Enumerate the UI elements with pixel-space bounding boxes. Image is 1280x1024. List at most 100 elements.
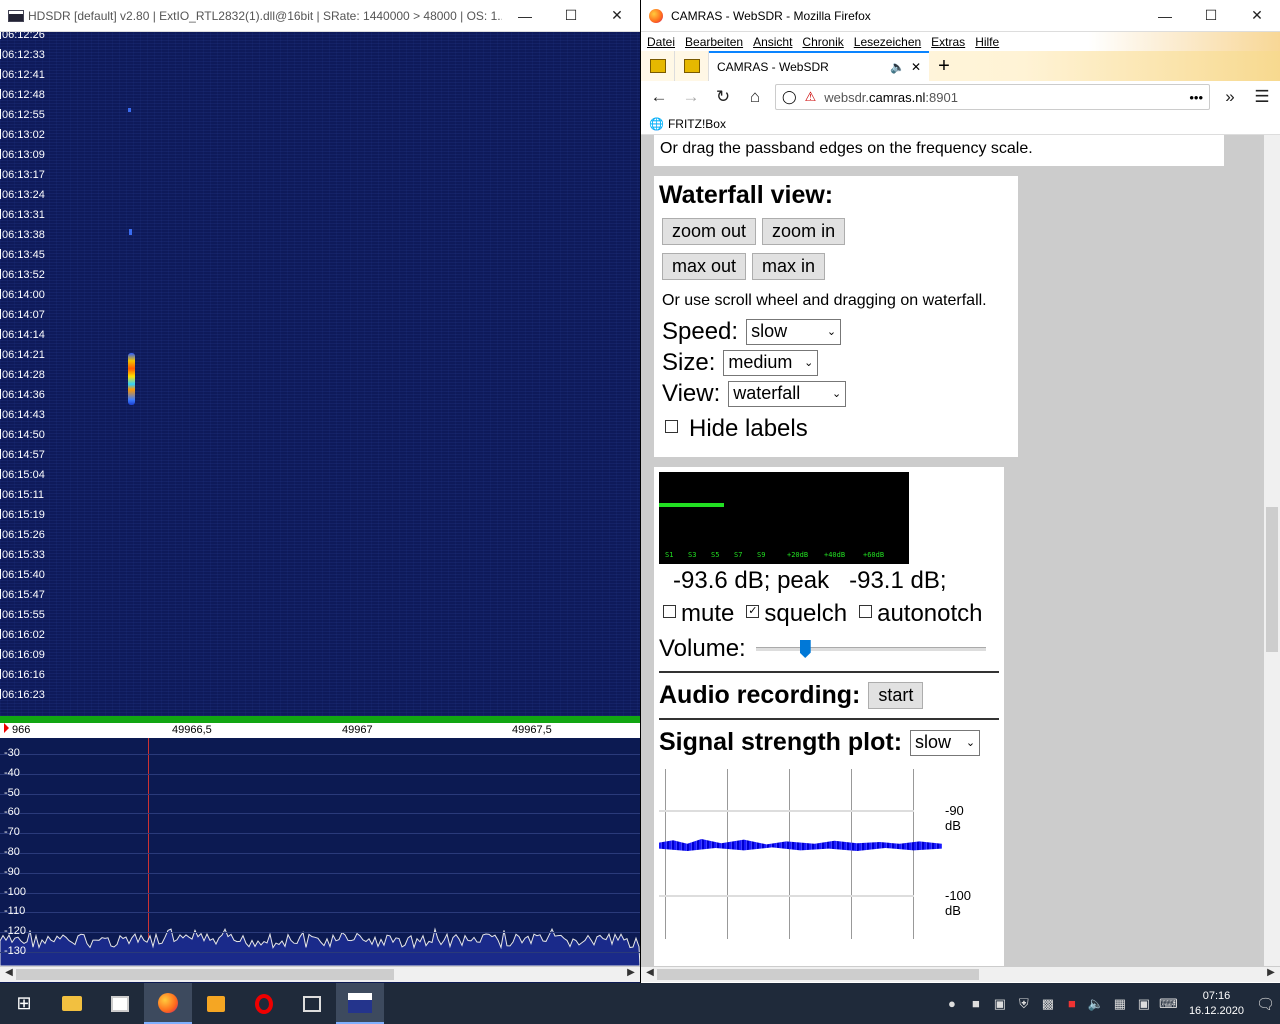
time-label: 06:15:55 (0, 609, 45, 621)
tab-strip: CAMRAS - WebSDR 🔈 ✕ + (641, 51, 1280, 81)
clock[interactable]: 07:16 16.12.2020 (1183, 989, 1250, 1019)
store-icon[interactable] (96, 983, 144, 1024)
db-label: -90 (4, 865, 20, 878)
scrollbar-thumb[interactable] (657, 969, 979, 980)
scroll-left-icon[interactable]: ◀ (2, 967, 16, 978)
horizontal-scrollbar[interactable]: ◀ ▶ (0, 966, 640, 982)
pinned-tab[interactable] (675, 51, 709, 81)
language-icon[interactable]: ⌨ (1159, 996, 1178, 1012)
new-tab-button[interactable]: + (929, 55, 959, 78)
close-button[interactable]: ✕ (1234, 1, 1280, 31)
time-label: 06:13:02 (0, 129, 45, 141)
insecure-lock-icon[interactable]: ⚠ (805, 89, 817, 105)
network-icon[interactable]: ▣ (1135, 996, 1153, 1012)
media-player-icon[interactable] (192, 983, 240, 1024)
pinned-tab[interactable] (641, 51, 675, 81)
close-tab-icon[interactable]: ✕ (911, 60, 921, 74)
url-text[interactable]: websdr.camras.nl:8901 (824, 90, 1181, 105)
menu-bearbeiten[interactable]: Bearbeiten (685, 35, 743, 49)
squelch-checkbox[interactable]: ✓ (746, 605, 760, 618)
menu-hilfe[interactable]: Hilfe (975, 35, 999, 49)
home-button[interactable]: ⌂ (743, 85, 767, 109)
file-explorer-icon[interactable] (48, 983, 96, 1024)
max-out-button[interactable]: max out (662, 253, 747, 280)
time-label: 06:13:31 (0, 209, 45, 221)
frequency-band-bar[interactable] (0, 716, 640, 723)
url-bar[interactable]: ◯ ⚠ websdr.camras.nl:8901 ••• (775, 84, 1210, 110)
volume-knob[interactable] (799, 640, 811, 658)
tray-app-icon[interactable]: ▣ (991, 996, 1009, 1012)
speed-select[interactable]: slow ⌄ (746, 318, 842, 345)
vertical-scrollbar[interactable] (1264, 135, 1280, 966)
hamburger-menu-icon[interactable]: ☰ (1250, 85, 1274, 109)
hide-labels-checkbox[interactable] (665, 420, 678, 433)
autonotch-checkbox[interactable] (859, 605, 873, 618)
bookmark-fritzbox[interactable]: FRITZ!Box (668, 117, 726, 131)
hdsdr-title: HDSDR [default] v2.80 | ExtIO_RTL2832(1)… (28, 8, 502, 23)
spectrum-display[interactable]: -30 -40 -50 -60 -70 -80 -90 -100 -110 -120 -130 (0, 738, 640, 966)
menu-lesezeichen[interactable]: Lesezeichen (854, 35, 921, 49)
maximize-button[interactable]: ☐ (548, 1, 594, 31)
volume-icon[interactable]: 🔈 (1087, 996, 1105, 1012)
reload-button[interactable]: ↻ (711, 85, 735, 109)
scroll-right-icon[interactable]: ▶ (1264, 967, 1278, 978)
bank-icon (649, 59, 666, 73)
record-start-button[interactable]: start (868, 682, 924, 709)
tray-app-icon[interactable]: ● (943, 996, 961, 1011)
scrollbar-thumb[interactable] (16, 969, 394, 980)
volume-slider[interactable] (755, 640, 986, 658)
speaker-icon[interactable]: 🔈 (890, 60, 905, 74)
menu-ansicht[interactable]: Ansicht (753, 35, 792, 49)
hdsdr-titlebar[interactable]: HDSDR [default] v2.80 | ExtIO_RTL2832(1)… (0, 0, 640, 32)
tray-app-icon[interactable]: ■ (967, 996, 985, 1011)
tab-camras-websdr[interactable]: CAMRAS - WebSDR 🔈 ✕ (709, 51, 929, 81)
frequency-scale[interactable]: 966 49966,5 49967 49967,5 (0, 723, 640, 738)
firefox-taskbar-icon[interactable] (144, 983, 192, 1024)
minimize-button[interactable]: — (502, 1, 548, 31)
plot-label: -100 dB (945, 888, 972, 918)
clock-time: 07:16 (1202, 989, 1231, 1002)
menu-chronik[interactable]: Chronik (802, 35, 843, 49)
db-label: -120 (4, 925, 27, 938)
grid-line (0, 952, 640, 953)
hdsdr-taskbar-icon[interactable] (336, 983, 384, 1024)
antivirus-icon[interactable]: ■ (1063, 996, 1081, 1011)
size-select[interactable]: medium ⌄ (723, 349, 819, 376)
view-select[interactable]: waterfall ⌄ (728, 380, 847, 407)
chevron-down-icon: ⌄ (832, 388, 842, 400)
menu-datei[interactable]: Datei (647, 35, 675, 49)
notification-icon[interactable]: 🗨 (1256, 995, 1275, 1013)
time-label: 06:15:40 (0, 569, 45, 581)
shield-icon[interactable]: ⛨ (1015, 996, 1033, 1012)
firefox-titlebar[interactable]: CAMRAS - WebSDR - Mozilla Firefox — ☐ ✕ (641, 0, 1280, 32)
overflow-chevron-icon[interactable]: » (1218, 85, 1242, 109)
zoom-out-button[interactable]: zoom out (662, 218, 757, 245)
freq-label: 966 (12, 724, 31, 736)
menu-extras[interactable]: Extras (931, 35, 965, 49)
tray-app-icon[interactable]: ▦ (1111, 996, 1129, 1012)
waterfall-display[interactable]: 06:12:26 06:12:33 06:12:41 06:12:48 06:12:55… (0, 32, 640, 716)
shield-icon[interactable]: ◯ (782, 89, 797, 105)
minimize-button[interactable]: — (1142, 1, 1188, 31)
scroll-right-icon[interactable]: ▶ (624, 967, 638, 978)
tray-app-icon[interactable]: ▩ (1039, 996, 1057, 1012)
start-button[interactable]: ⊞ (0, 983, 48, 1024)
scroll-left-icon[interactable]: ◀ (643, 967, 657, 978)
window-app-icon[interactable] (288, 983, 336, 1024)
opera-icon[interactable] (240, 983, 288, 1024)
page-actions-icon[interactable]: ••• (1189, 90, 1203, 105)
back-button[interactable]: ← (647, 85, 671, 109)
forward-button[interactable]: → (679, 85, 703, 109)
mute-checkbox[interactable] (663, 605, 676, 618)
maximize-button[interactable]: ☐ (1188, 1, 1234, 31)
zoom-in-button[interactable]: zoom in (762, 218, 846, 245)
close-button[interactable]: ✕ (594, 1, 640, 31)
tune-marker[interactable] (4, 723, 9, 733)
time-label: 06:13:38 (0, 229, 45, 241)
plot-speed-select[interactable]: slow ⌄ (910, 729, 981, 756)
max-in-button[interactable]: max in (752, 253, 826, 280)
view-value: waterfall (733, 383, 801, 403)
scrollbar-thumb[interactable] (1266, 507, 1278, 652)
horizontal-scrollbar[interactable]: ◀ ▶ (641, 966, 1280, 982)
size-label: Size: (662, 348, 716, 376)
